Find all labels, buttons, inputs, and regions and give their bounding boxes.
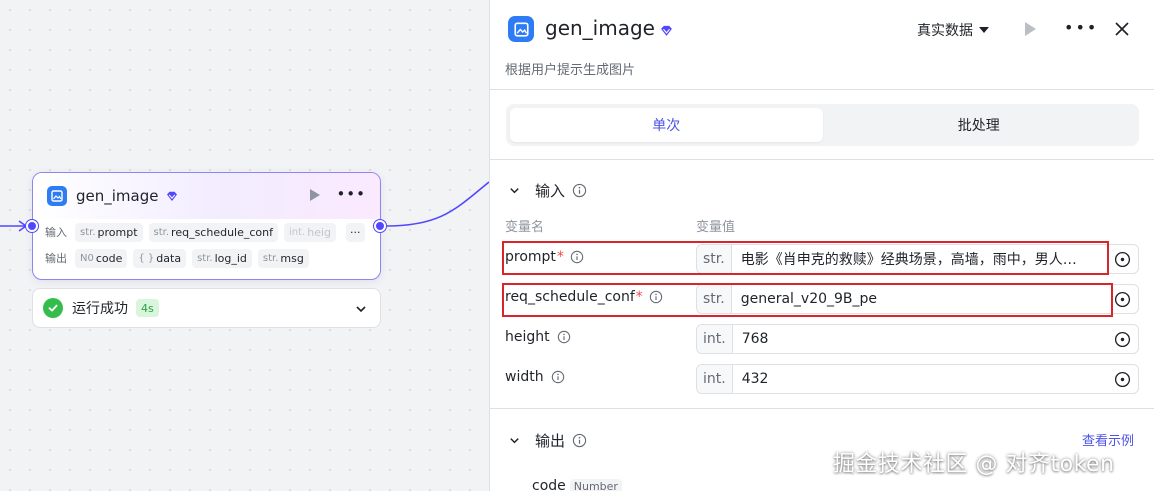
param-input-prompt[interactable]: 电影《肖申克的救赎》经典场景，高墙，雨中，男人… [732,249,1138,269]
type-tag: str. [697,285,732,313]
divider [490,89,1154,90]
more-inputs-button[interactable]: ··· [346,222,365,242]
output-section-title: 输出 [535,432,566,450]
node-input-port[interactable] [26,220,38,232]
output-chip-msg: str. msg [257,248,309,268]
play-icon[interactable] [310,188,321,201]
more-icon[interactable]: ••• [1064,18,1098,37]
info-icon[interactable] [557,330,571,344]
data-source-label: 真实数据 [917,23,973,39]
input-section-title: 输入 [535,182,566,200]
node-inputs-row: 输入 str. prompt str. req_schedule_conf int.… [33,219,380,245]
input-label: 输入 [45,226,67,239]
panel-description: 根据用户提示生成图片 [505,63,636,78]
tab-single[interactable]: 单次 [510,108,823,142]
tab-batch[interactable]: 批处理 [823,108,1136,142]
column-header-name: 变量名 [505,220,545,235]
info-icon[interactable] [572,433,587,448]
test-run-panel: gen_image 真实数据 ••• 根据用户提示生成图片 单次 批处理 输入 … [489,0,1154,491]
chevron-down-icon [508,184,521,197]
node-header: gen_image ••• [33,173,380,219]
param-input-req-schedule-conf[interactable]: general_v20_9B_pe [732,291,1138,307]
workflow-node-gen-image[interactable]: gen_image ••• 输入 str. prompt str. req_sche… [32,172,381,280]
info-icon[interactable] [649,290,663,304]
caret-down-icon [979,27,989,33]
node-title: gen_image [76,187,159,205]
chevron-down-icon [508,434,521,447]
param-input-width[interactable]: 432 [733,371,1138,387]
variable-picker-icon[interactable] [1114,251,1131,268]
output-field-code: code Number [532,478,622,491]
outgoing-edge [385,181,490,227]
output-chip-code: N0 code [75,248,128,268]
variable-picker-icon[interactable] [1114,291,1131,308]
status-text: 运行成功 [72,301,128,317]
info-icon[interactable] [572,183,587,198]
param-value-req-schedule-conf[interactable]: str. general_v20_9B_pe [696,284,1139,314]
node-output-port[interactable] [374,220,386,232]
app-icon [508,16,534,42]
output-chip-data: { } data [133,248,187,268]
more-icon[interactable]: ••• [336,187,366,202]
close-icon[interactable] [1114,21,1130,41]
param-value-prompt[interactable]: str. 电影《肖申克的救赎》经典场景，高墙，雨中，男人… [696,244,1139,274]
input-chip-height: int. heig [284,222,336,242]
param-value-height[interactable]: int. 768 [696,324,1139,354]
panel-title: gen_image [545,16,655,40]
app-icon [47,186,67,206]
variable-picker-icon[interactable] [1114,331,1131,348]
input-chip-req-schedule-conf: str. req_schedule_conf [148,222,278,242]
data-source-select[interactable]: 真实数据 [917,20,989,40]
gem-icon [660,22,673,41]
param-name-prompt: prompt * [505,249,584,265]
output-section-header[interactable]: 输出 [508,430,587,451]
divider [490,408,1154,409]
play-icon[interactable] [1025,22,1036,36]
watermark: 掘金技术社区 @ 对齐token [833,452,1115,477]
input-chip-prompt: str. prompt [75,222,143,242]
type-tag: str. [697,245,732,273]
param-name-height: height [505,329,571,345]
param-value-width[interactable]: int. 432 [696,364,1139,394]
param-name-width: width [505,369,565,385]
output-label: 输出 [45,252,67,265]
run-time-badge: 4s [136,299,159,317]
panel-header: gen_image 真实数据 ••• [490,0,1154,60]
column-header-value: 变量值 [696,220,736,235]
param-input-height[interactable]: 768 [733,331,1138,347]
info-icon[interactable] [551,370,565,384]
incoming-edge-arrow [18,220,28,232]
run-mode-tabs: 单次 批处理 [506,104,1139,146]
input-section-header[interactable]: 输入 [508,180,587,201]
chevron-down-icon[interactable] [354,301,368,320]
output-chip-log-id: str. log_id [192,248,252,268]
type-tag: int. [697,365,733,393]
variable-picker-icon[interactable] [1114,371,1131,388]
param-name-req-schedule-conf: req_schedule_conf * [505,289,663,305]
gem-icon [166,191,178,202]
check-icon [43,298,63,318]
type-tag: int. [697,325,733,353]
run-status-bar[interactable]: 运行成功 4s [32,288,381,328]
divider [490,159,1154,160]
type-tag: Number [569,478,622,491]
node-outputs-row: 输出 N0 code { } data str. log_id str. msg [33,245,380,271]
info-icon[interactable] [570,250,584,264]
